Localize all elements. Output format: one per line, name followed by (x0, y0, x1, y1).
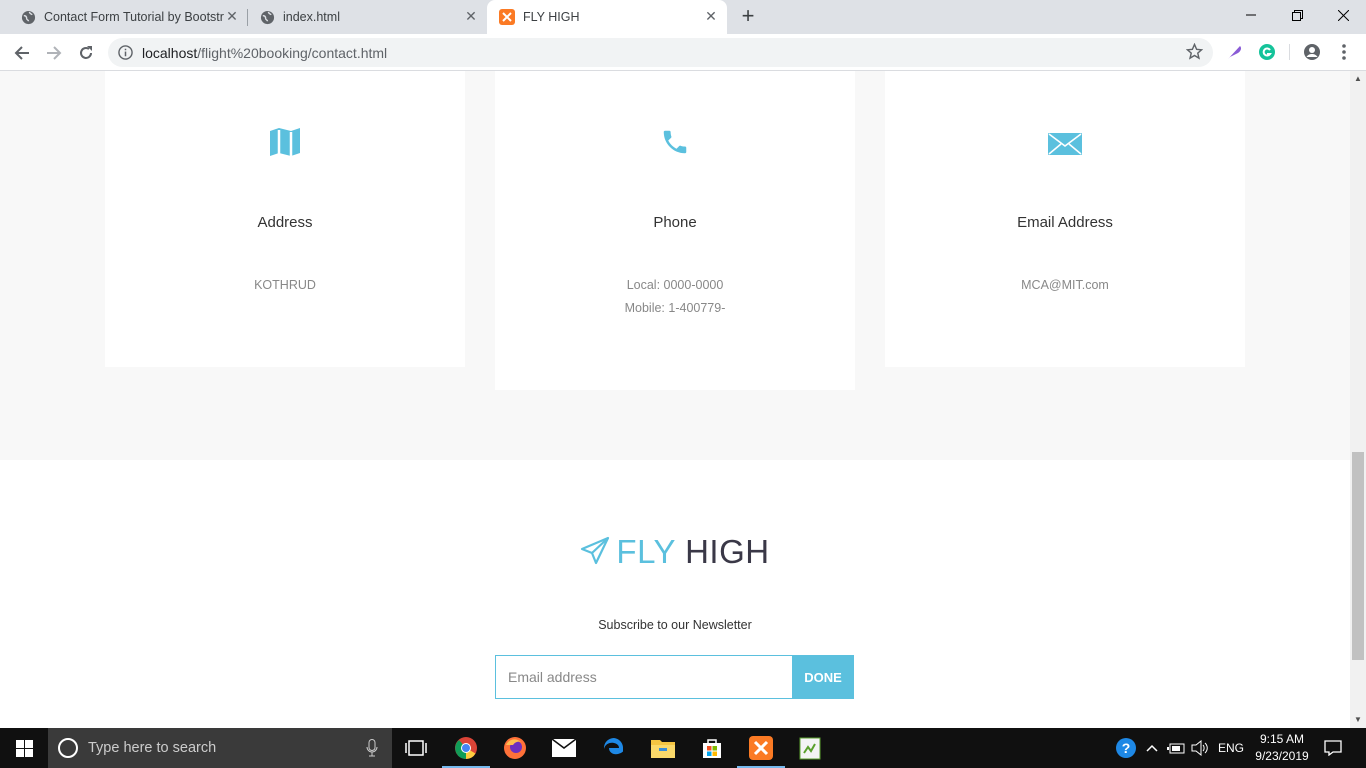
url-path: /flight%20booking/contact.html (197, 45, 388, 61)
tab-close-icon[interactable]: ✕ (703, 8, 719, 24)
newsletter-done-button[interactable]: DONE (792, 655, 854, 699)
address-value: KOTHRUD (254, 278, 316, 292)
browser-tabstrip: Contact Form Tutorial by Bootstrap ✕ ind… (0, 0, 1366, 34)
notifications-icon[interactable] (1318, 728, 1348, 768)
newsletter-email-input[interactable] (495, 655, 793, 699)
cortana-icon[interactable] (58, 738, 78, 758)
url-text: localhost/flight%20booking/contact.html (142, 45, 387, 61)
minimize-button[interactable] (1228, 0, 1274, 30)
mail-taskbar-icon[interactable] (540, 728, 588, 768)
tab-close-icon[interactable]: ✕ (463, 8, 479, 24)
info-icon[interactable] (118, 45, 133, 65)
phone-icon (495, 127, 855, 157)
show-hidden-icons-chevron-icon[interactable] (1142, 728, 1162, 768)
tab-contact-form-tutorial[interactable]: Contact Form Tutorial by Bootstrap ✕ (0, 0, 248, 34)
task-view-icon[interactable] (392, 728, 440, 768)
scrollbar-thumb[interactable] (1352, 452, 1364, 660)
taskbar-search[interactable]: Type here to search (48, 728, 392, 768)
tab-fly-high[interactable]: FLY HIGH ✕ (487, 0, 727, 34)
clock-time: 9:15 AM (1259, 732, 1305, 746)
address-card: Address KOTHRUD (105, 71, 465, 367)
url-host: localhost (142, 45, 198, 61)
battery-icon[interactable] (1164, 728, 1188, 768)
bookmark-star-icon[interactable] (1185, 42, 1204, 65)
microphone-icon[interactable] (366, 739, 378, 762)
tab-title: Contact Form Tutorial by Bootstrap (44, 10, 224, 24)
map-icon (105, 126, 465, 158)
file-explorer-taskbar-icon[interactable] (639, 728, 687, 768)
newsletter-label: Subscribe to our Newsletter (598, 618, 752, 632)
edge-taskbar-icon[interactable] (590, 728, 638, 768)
xampp-icon (499, 9, 515, 25)
scroll-up-arrow-icon[interactable]: ▲ (1350, 71, 1366, 87)
menu-kebab-icon[interactable] (1334, 42, 1354, 62)
windows-taskbar: Type here to search ? ENG 9:15 AM 9/23/2… (0, 728, 1366, 768)
paper-plane-icon (580, 536, 610, 574)
grammarly-icon[interactable] (1257, 42, 1277, 62)
firefox-taskbar-icon[interactable] (491, 728, 539, 768)
address-bar[interactable]: localhost/flight%20booking/contact.html (108, 38, 1213, 67)
tab-close-icon[interactable]: ✕ (224, 8, 240, 24)
back-button[interactable] (8, 39, 36, 67)
footer: FLY HIGH Subscribe to our Newsletter DON… (0, 460, 1350, 728)
search-placeholder: Type here to search (88, 740, 217, 756)
feather-extension-icon[interactable] (1225, 42, 1245, 62)
language-indicator[interactable]: ENG (1214, 728, 1248, 768)
notepad-taskbar-icon[interactable] (786, 728, 834, 768)
new-tab-button[interactable]: + (736, 5, 760, 29)
phone-local: Local: 0000-0000 (626, 278, 724, 292)
tab-index[interactable]: index.html ✕ (239, 0, 487, 34)
reload-button[interactable] (72, 39, 100, 67)
xampp-taskbar-icon[interactable] (737, 728, 785, 768)
close-window-button[interactable] (1320, 0, 1366, 30)
email-value: MCA@MIT.com (1021, 278, 1109, 292)
globe-icon (20, 9, 36, 25)
contact-info-section: Address KOTHRUD Phone Local: 0000-0000 M… (0, 71, 1350, 460)
brand-high: HIGH (685, 533, 770, 570)
phone-card: Phone Local: 0000-0000 Mobile: 1-400779- (495, 71, 855, 390)
globe-icon (259, 9, 275, 25)
phone-mobile: Mobile: 1-400779- (624, 301, 726, 315)
card-title: Address (257, 214, 313, 231)
envelope-icon (885, 133, 1245, 155)
forward-button[interactable] (40, 39, 68, 67)
clock-date: 9/23/2019 (1255, 749, 1309, 763)
toolbar-divider (1289, 44, 1290, 60)
windows-start-icon[interactable] (0, 728, 48, 768)
restore-button[interactable] (1274, 0, 1320, 30)
card-title: Email Address (1017, 214, 1113, 231)
browser-toolbar: localhost/flight%20booking/contact.html (0, 34, 1366, 71)
brand-fly: FLY (616, 533, 676, 570)
svg-text:?: ? (1122, 740, 1131, 756)
volume-icon[interactable] (1188, 728, 1212, 768)
profile-icon[interactable] (1302, 42, 1322, 62)
page-viewport: Address KOTHRUD Phone Local: 0000-0000 M… (0, 71, 1350, 728)
footer-logo[interactable]: FLY HIGH (0, 533, 1350, 574)
email-card: Email Address MCA@MIT.com (885, 71, 1245, 367)
tab-title: FLY HIGH (523, 10, 580, 24)
scroll-down-arrow-icon[interactable]: ▼ (1350, 712, 1366, 728)
help-icon[interactable]: ? (1112, 728, 1140, 768)
tab-title: index.html (283, 10, 340, 24)
chrome-taskbar-icon[interactable] (442, 728, 490, 768)
card-title: Phone (653, 214, 697, 231)
page-scrollbar[interactable]: ▲ ▼ (1350, 71, 1366, 728)
store-taskbar-icon[interactable] (688, 728, 736, 768)
taskbar-clock[interactable]: 9:15 AM 9/23/2019 (1248, 731, 1316, 765)
